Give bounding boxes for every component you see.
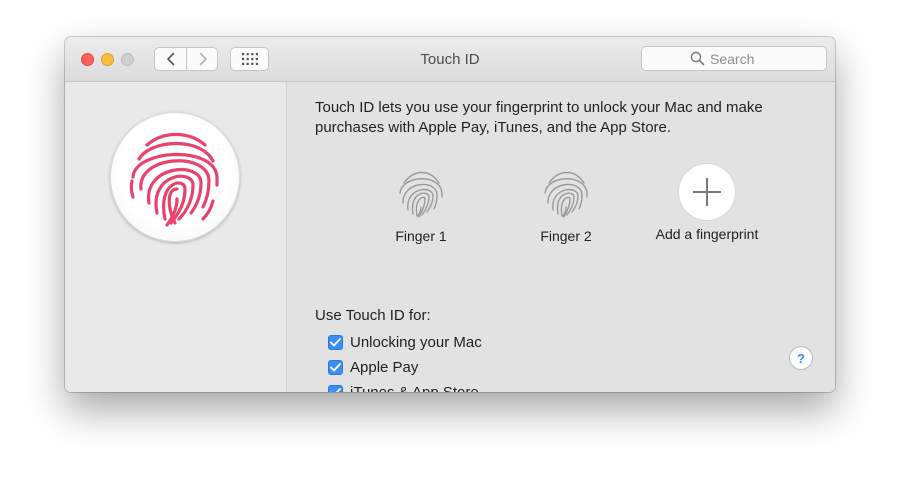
checkmark-icon xyxy=(330,362,341,371)
checkmark-icon xyxy=(330,387,341,392)
search-input[interactable] xyxy=(710,49,820,68)
checkmark-icon xyxy=(330,337,341,346)
fingerprint-icon xyxy=(539,165,593,219)
option-label[interactable]: iTunes & App Store xyxy=(350,384,479,393)
option-itunes-app-store[interactable]: iTunes & App Store xyxy=(328,382,479,392)
fingerprint-label: Finger 1 xyxy=(395,228,447,244)
preferences-window: Touch ID Search Touch ID lets you use yo… xyxy=(65,37,835,392)
sidebar xyxy=(65,82,286,392)
checkbox-unlocking-mac[interactable] xyxy=(328,334,343,350)
search-icon xyxy=(690,51,705,66)
fingerprint-icon xyxy=(129,133,219,227)
option-unlocking-mac[interactable]: Unlocking your Mac xyxy=(328,332,482,352)
search-field[interactable] xyxy=(641,46,827,71)
fingerprint-icon xyxy=(394,165,448,219)
touch-id-logo xyxy=(110,112,240,242)
add-fingerprint-item[interactable]: Add a fingerprint xyxy=(647,162,767,242)
add-fingerprint-button[interactable] xyxy=(679,164,735,220)
use-touch-id-label: Use Touch ID for: xyxy=(315,307,431,324)
description-text: Touch ID lets you use your fingerprint t… xyxy=(315,99,763,136)
option-label[interactable]: Unlocking your Mac xyxy=(350,334,482,351)
main-content: Touch ID lets you use your fingerprint t… xyxy=(286,82,835,392)
checkbox-apple-pay[interactable] xyxy=(328,359,343,375)
fingerprint-item[interactable]: Finger 1 xyxy=(361,162,481,244)
checkbox-itunes-app-store[interactable] xyxy=(328,384,343,392)
title-bar: Touch ID xyxy=(65,37,835,82)
help-button[interactable]: ? xyxy=(790,347,812,369)
fingerprint-label: Finger 2 xyxy=(540,228,592,244)
fingerprint-item[interactable]: Finger 2 xyxy=(506,162,626,244)
plus-icon xyxy=(693,178,721,206)
option-apple-pay[interactable]: Apple Pay xyxy=(328,357,418,377)
option-label[interactable]: Apple Pay xyxy=(350,359,418,376)
add-fingerprint-label: Add a fingerprint xyxy=(655,226,759,242)
